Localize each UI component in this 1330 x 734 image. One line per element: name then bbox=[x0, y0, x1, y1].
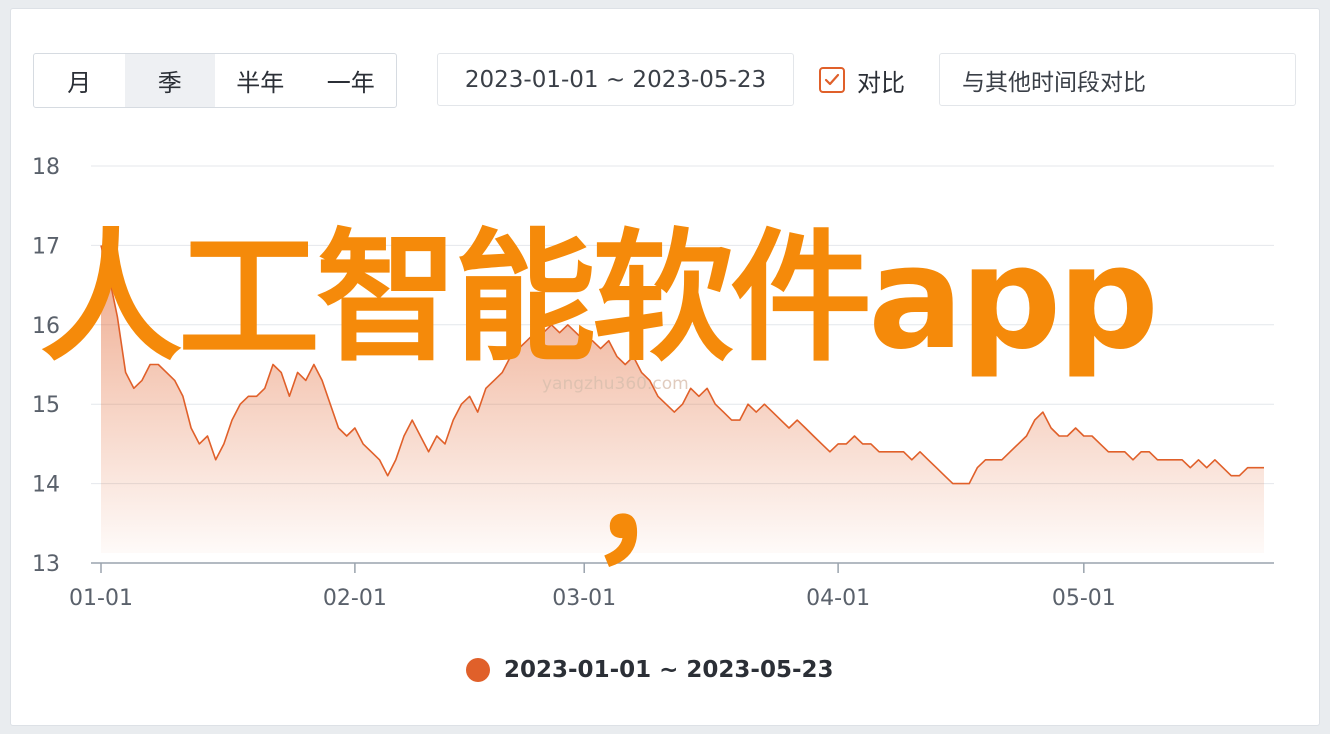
x-tick-label: 04-01 bbox=[806, 586, 870, 611]
x-tick-label: 02-01 bbox=[323, 586, 387, 611]
legend-marker bbox=[466, 658, 490, 682]
x-tick-label: 03-01 bbox=[552, 586, 616, 611]
overlay-title: 人工智能软件app bbox=[40, 216, 1159, 381]
y-tick-label: 14 bbox=[32, 473, 60, 498]
legend-label: 2023-01-01 ~ 2023-05-23 bbox=[504, 657, 834, 683]
legend[interactable]: 2023-01-01 ~ 2023-05-23 bbox=[466, 655, 834, 685]
y-tick-label: 15 bbox=[32, 393, 60, 418]
x-tick-label: 05-01 bbox=[1052, 586, 1116, 611]
y-tick-label: 18 bbox=[32, 155, 60, 180]
overlay-comma: ， bbox=[588, 418, 730, 583]
y-tick-label: 13 bbox=[32, 552, 60, 577]
x-tick-label: 01-01 bbox=[69, 586, 133, 611]
